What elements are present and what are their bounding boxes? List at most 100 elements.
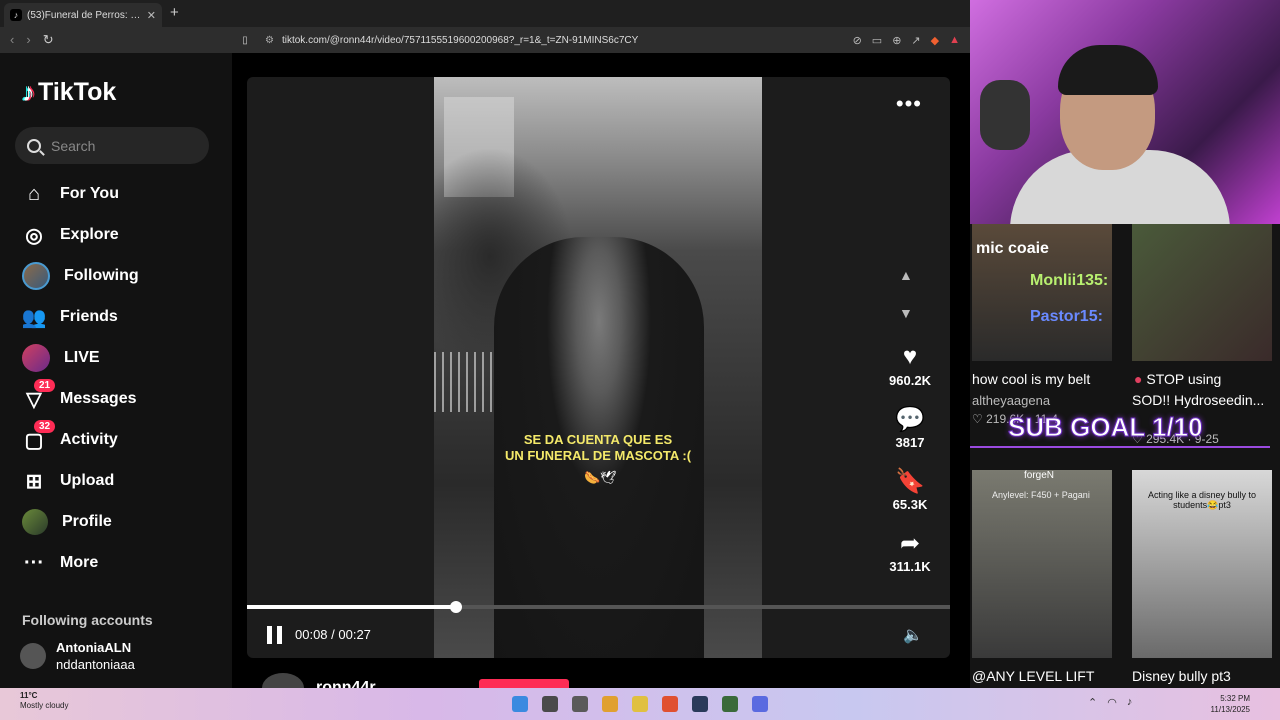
search-placeholder: Search [51,137,96,154]
progress-bar[interactable] [247,601,950,613]
tiktok-logo[interactable]: ♪ TikTok [22,77,116,108]
tile-3-overlay: forgeN [1024,470,1055,481]
video-tile-3[interactable]: forgeN Anylevel: F450 + Pagani [972,470,1112,658]
sub-goal-bar [970,446,1270,448]
bookmark-icon[interactable]: ▯ [235,35,255,46]
chat-user: Pastor15: [1030,308,1103,325]
account-handle: nddantoniaaa [56,657,135,672]
share-icon[interactable]: ↗ [911,34,920,47]
sidebar-item-label: Profile [62,513,112,530]
following-account[interactable]: AntoniaALN nddantoniaaa [20,639,135,673]
messages-badge: 21 [34,379,56,392]
reload-icon[interactable]: ↻ [43,32,54,48]
sidebar-item-upload[interactable]: ⊞ Upload [22,466,115,496]
video-player[interactable]: SE DA CUENTA QUE ES UN FUNERAL DE MASCOT… [247,77,950,658]
sidebar-item-label: LIVE [64,349,100,366]
tile-3-title[interactable]: @ANY LEVEL LIFT [972,668,1094,684]
caption-line-2: UN FUNERAL DE MASCOTA :( [504,448,692,463]
forward-icon[interactable]: › [26,32,30,48]
pause-button[interactable] [267,626,285,644]
weather-widget[interactable]: 11°C Mostly cloudy [20,691,68,711]
sidebar-item-friends[interactable]: 👥 Friends [22,302,118,332]
account-avatar [20,643,46,669]
chrome-icon[interactable] [602,696,618,712]
tile-4-caption: Acting like a disney bully to students😂p… [1147,490,1257,510]
tile-4-title[interactable]: Disney bully pt3 [1132,668,1231,684]
chat-user: Monlii135: [1030,272,1109,289]
video-frame[interactable]: SE DA CUENTA QUE ES UN FUNERAL DE MASCOT… [434,77,762,658]
tile-1-title[interactable]: how cool is my belt [972,371,1090,387]
tile-2-title-text: STOP using [1146,371,1222,387]
sidebar-item-label: Following [64,267,139,284]
start-icon[interactable] [512,696,528,712]
sidebar-item-label: For You [60,185,119,202]
live-avatar [22,344,50,372]
plus-square-icon: ⊞ [25,470,43,493]
tile-3-caption: Anylevel: F450 + Pagani [992,490,1090,500]
back-icon[interactable]: ‹ [10,32,14,48]
chevron-down-icon[interactable]: ▼ [899,305,913,321]
sub-goal-label: SUB GOAL 1/10 [1008,412,1204,443]
windows-taskbar: 11°C Mostly cloudy ⌃ ◠ ♪ 5:32 PM 11/13/2… [0,688,1280,720]
sidebar-item-activity[interactable]: ▢ 32 Activity [22,420,118,455]
tiktok-note-icon: ♪ [22,77,35,107]
more-options-icon[interactable]: ••• [896,91,922,117]
sidebar: ♪ TikTok Search ⌂ For You ◎ Explore Foll… [0,53,232,688]
steam-icon[interactable] [692,696,708,712]
new-tab-button[interactable]: + [170,4,179,21]
discord-icon[interactable] [752,696,768,712]
webcam-feed [970,0,1280,224]
zoom-icon[interactable]: ⊕ [892,34,901,47]
share-button[interactable]: ➦ 311.1K [879,529,941,574]
tab-title: (53)Funeral de Perros: Celebr [27,9,142,21]
sidebar-item-live[interactable]: LIVE [22,343,100,373]
xbox-icon[interactable] [722,696,738,712]
tray-chevron-icon[interactable]: ⌃ [1088,696,1097,709]
brave-shield-icon[interactable]: ◆ [931,34,939,47]
explorer-icon[interactable] [632,696,648,712]
comment-button[interactable]: 💬 3817 [879,405,941,450]
taskbar-clock[interactable]: 5:32 PM 11/13/2025 [1211,693,1250,715]
sidebar-item-messages[interactable]: ▽ 21 Messages [22,379,137,414]
sidebar-item-label: Upload [60,472,115,489]
url-field[interactable]: ⚙ tiktok.com/@ronn44r/video/757115551960… [265,35,853,46]
wifi-icon[interactable]: ◠ [1107,696,1117,709]
microphone [980,80,1030,150]
video-tile-2[interactable] [1132,224,1272,361]
account-names: AntoniaALN nddantoniaaa [56,639,135,673]
search-input[interactable]: Search [15,127,209,164]
brave-rewards-icon[interactable]: ▲ [949,34,960,47]
sidebar-item-label: Messages [60,390,137,407]
speaker-icon[interactable]: ♪ [1127,696,1133,709]
close-tab-icon[interactable]: ✕ [147,9,156,22]
sidebar-item-for-you[interactable]: ⌂ For You [22,179,119,209]
url-text: tiktok.com/@ronn44r/video/75711555196002… [281,34,639,46]
no-tracking-icon[interactable]: ⊘ [853,34,862,47]
follow-button[interactable] [479,679,569,688]
video-caption: SE DA CUENTA QUE ES UN FUNERAL DE MASCOT… [434,432,762,464]
comment-count: 3817 [895,435,925,450]
sidebar-item-explore[interactable]: ◎ Explore [22,220,118,250]
cast-icon[interactable]: ▭ [872,34,882,47]
tile-2-title-2[interactable]: SOD!! Hydroseedin... [1132,392,1264,408]
save-button[interactable]: 🔖 65.3K [879,467,941,512]
volume-icon[interactable]: 🔈 [903,625,923,645]
clock-time: 5:32 PM [1220,694,1250,703]
clock-date: 11/13/2025 [1210,705,1250,714]
sidebar-item-following[interactable]: Following [22,261,139,291]
widgets-icon[interactable] [572,696,588,712]
browser-tab[interactable]: ♪ (53)Funeral de Perros: Celebr ✕ [4,3,162,27]
site-settings-icon[interactable]: ⚙ [265,35,274,46]
taskview-icon[interactable] [542,696,558,712]
chevron-up-icon[interactable]: ▲ [899,267,913,283]
tile-1-author: altheyaagena [972,393,1051,408]
sidebar-item-more[interactable]: ··· More [22,548,98,578]
address-bar: ‹ › ↻ ▯ ⚙ tiktok.com/@ronn44r/video/7571… [0,27,970,53]
tile-2-title[interactable]: ● STOP using [1134,371,1221,387]
like-button[interactable]: ♥ 960.2K [879,343,941,388]
sidebar-item-label: Activity [60,431,118,448]
caption-line-1: SE DA CUENTA QUE ES [523,432,673,447]
video-tile-4[interactable]: Acting like a disney bully to students😂p… [1132,470,1272,658]
brave-icon[interactable] [662,696,678,712]
sidebar-item-profile[interactable]: Profile [22,507,112,537]
